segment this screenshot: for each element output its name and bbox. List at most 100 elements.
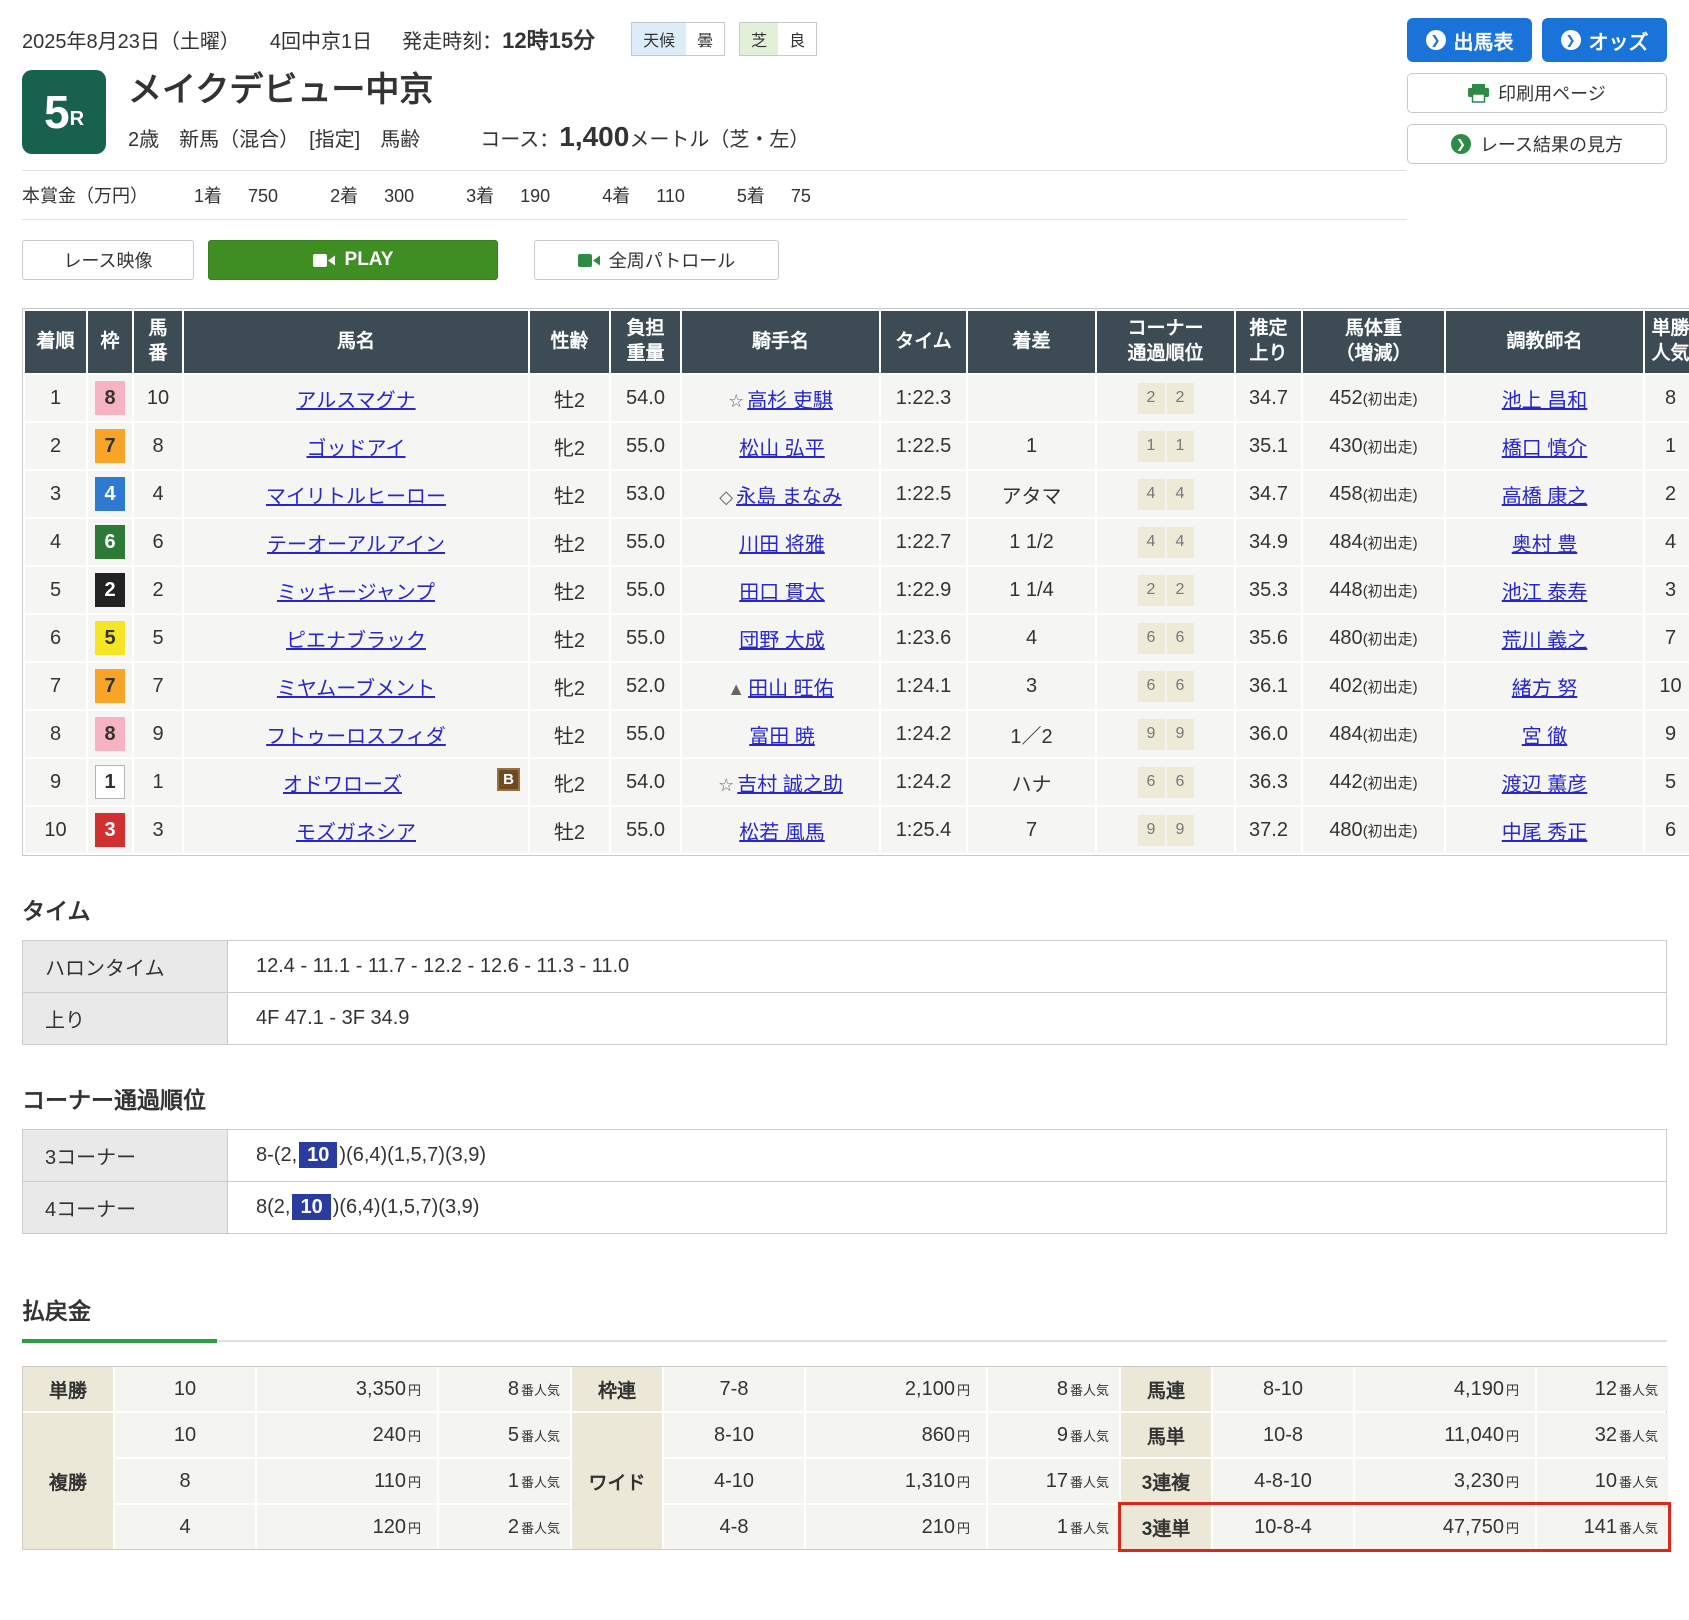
race-result-page: 2025年8月23日（土曜） 4回中京1日 発走時刻：12時15分 天候 曇 芝… [0, 0, 1689, 1620]
horse-name-link[interactable]: ミッキージャンプ [277, 582, 435, 604]
horse-name-link[interactable]: アルスマグナ [296, 390, 415, 412]
bracket-cell: 2 [88, 567, 132, 613]
horse-name-link[interactable]: モズガネシア [296, 822, 416, 844]
corner-section-title: コーナー通過順位 [22, 1081, 1667, 1115]
table-row: 6 5 5 ピエナブラック 牡2 55.0 団野 大成 1:23.6 4 66 … [25, 615, 1689, 661]
table-row: 7 7 7 ミヤムーブメント 牝2 52.0 ▲田山 旺佑 1:24.1 3 6… [25, 663, 1689, 709]
payout-type-quinella: 馬連 [1121, 1367, 1211, 1411]
trainer-name-link[interactable]: 橋口 慎介 [1502, 438, 1588, 460]
horse-name-link[interactable]: ゴッドアイ [307, 438, 406, 460]
print-page-button[interactable]: 印刷用ページ [1407, 73, 1667, 113]
corner-4-value: 8(2,10)(6,4)(1,5,7)(3,9) [228, 1182, 1667, 1234]
jockey-name-link[interactable]: 松山 弘平 [739, 438, 825, 460]
finish-time: 1:24.2 [881, 759, 966, 805]
col-horse-number: 馬 番 [134, 311, 182, 373]
col-carried-weight: 負担 重量 [611, 311, 680, 373]
how-to-read-label: レース結果の見方 [1480, 131, 1623, 157]
trifecta-favorite: 141番人気 [1537, 1505, 1668, 1549]
carried-weight: 54.0 [611, 759, 680, 805]
jockey-name-link[interactable]: 田山 旺佑 [748, 678, 834, 700]
how-to-read-button[interactable]: ❯ レース結果の見方 [1407, 124, 1667, 164]
prize-amount: 300 [384, 186, 414, 206]
wide-combination: 4-10 [664, 1459, 804, 1503]
corner-3-position: 4 [1138, 527, 1165, 558]
trainer-name-link[interactable]: 池上 昌和 [1502, 390, 1588, 412]
jockey-name-link[interactable]: 吉村 誠之助 [737, 774, 843, 796]
bracket-amount: 2,100円 [806, 1367, 986, 1411]
jockey-name-link[interactable]: 高杉 吏騏 [747, 390, 833, 412]
payout-type-place: 複勝 [23, 1413, 113, 1549]
place-combination: 8 [115, 1459, 255, 1503]
trainer-name-link[interactable]: 宮 徹 [1522, 726, 1568, 748]
jockey-cell: ☆高杉 吏騏 [682, 375, 879, 421]
body-weight: 430 [1329, 435, 1362, 457]
trainer-name-link[interactable]: 荒川 義之 [1502, 630, 1588, 652]
race-video-button[interactable]: レース映像 [22, 240, 194, 280]
horse-name-cell: ミヤムーブメント [184, 663, 528, 709]
horse-name-cell: モズガネシア [184, 807, 528, 853]
trainer-name-link[interactable]: 緒方 努 [1512, 678, 1578, 700]
col-horse-name: 馬名 [184, 311, 528, 373]
start-time-label: 発走時刻： [402, 31, 502, 53]
horse-name-link[interactable]: オドワローズ [283, 774, 402, 796]
race-conditions-row: 2歳 新馬（混合） [指定] 馬齢 コース： 1,400 メートル（芝・左） [128, 121, 809, 153]
horse-number: 9 [134, 711, 182, 757]
horse-name-link[interactable]: ピエナブラック [286, 630, 426, 652]
bracket-cell: 6 [88, 519, 132, 565]
furlong-time-value: 12.4 - 11.1 - 11.7 - 12.2 - 12.6 - 11.3 … [228, 941, 1667, 993]
trainer-name-link[interactable]: 渡辺 薫彦 [1502, 774, 1588, 796]
carried-weight: 52.0 [611, 663, 680, 709]
horse-name-cell: ミッキージャンプ [184, 567, 528, 613]
corner-positions: 11 [1097, 423, 1234, 469]
finish-position: 4 [25, 519, 86, 565]
bracket-cell: 8 [88, 711, 132, 757]
win-favorite-rank: 9 [1645, 711, 1689, 757]
jockey-name-link[interactable]: 田口 貫太 [739, 582, 825, 604]
trio-combination: 4-8-10 [1213, 1459, 1353, 1503]
turf-label: 芝 [740, 23, 778, 55]
trainer-name-link[interactable]: 高橋 康之 [1502, 486, 1588, 508]
race-date: 2025年8月23日（土曜） [22, 25, 240, 54]
last-3f-time: 36.3 [1236, 759, 1301, 805]
patrol-video-button[interactable]: 全周パトロール [534, 240, 779, 280]
start-time-row: 発走時刻：12時15分 [402, 23, 595, 55]
horse-name-link[interactable]: テーオーアルアイン [267, 534, 445, 556]
horse-name-link[interactable]: マイリトルヒーロー [266, 486, 446, 508]
prize-item: 1着750 [194, 182, 278, 208]
odds-button[interactable]: ❯ オッズ [1542, 18, 1667, 62]
exacta-amount: 11,040円 [1355, 1413, 1535, 1457]
finish-time: 1:23.6 [881, 615, 966, 661]
trainer-cell: 荒川 義之 [1446, 615, 1643, 661]
trainer-name-link[interactable]: 中尾 秀正 [1502, 822, 1588, 844]
col-jockey: 騎手名 [682, 311, 879, 373]
jockey-name-link[interactable]: 団野 大成 [739, 630, 825, 652]
jockey-name-link[interactable]: 川田 将雅 [739, 534, 825, 556]
place-amount: 120円 [257, 1505, 437, 1549]
play-button[interactable]: PLAY [208, 240, 498, 280]
quinella-favorite: 12番人気 [1537, 1367, 1668, 1411]
corner-positions: 22 [1097, 375, 1234, 421]
wide-combination: 8-10 [664, 1413, 804, 1457]
trainer-cell: 池江 泰寿 [1446, 567, 1643, 613]
patrol-button-label: 全周パトロール [609, 247, 736, 273]
horse-name-link[interactable]: フトゥーロスフィダ [266, 726, 446, 748]
finish-position: 7 [25, 663, 86, 709]
jockey-name-link[interactable]: 富田 暁 [749, 726, 815, 748]
table-row: 9 1 1 B オドワローズ 牝2 54.0 ☆吉村 誠之助 1:24.2 ハナ… [25, 759, 1689, 805]
payout-type-bracket: 枠連 [572, 1367, 662, 1411]
horse-name-link[interactable]: ミヤムーブメント [277, 678, 435, 700]
finish-time: 1:25.4 [881, 807, 966, 853]
horse-number: 1 [134, 759, 182, 805]
table-row: 5 2 2 ミッキージャンプ 牡2 55.0 田口 貫太 1:22.9 1 1/… [25, 567, 1689, 613]
jockey-name-link[interactable]: 永島 まなみ [736, 486, 842, 508]
entries-button[interactable]: ❯ 出馬表 [1407, 18, 1532, 62]
jockey-name-link[interactable]: 松若 風馬 [739, 822, 825, 844]
entries-button-label: 出馬表 [1454, 26, 1514, 55]
body-weight: 484 [1329, 531, 1362, 553]
trainer-name-link[interactable]: 奥村 豊 [1512, 534, 1578, 556]
race-number-badge: 5 R [22, 70, 106, 154]
horse-number: 2 [134, 567, 182, 613]
trainer-name-link[interactable]: 池江 泰寿 [1502, 582, 1588, 604]
margin: 1 1/2 [968, 519, 1095, 565]
results-body: 1 8 10 アルスマグナ 牡2 54.0 ☆高杉 吏騏 1:22.3 22 3… [25, 375, 1689, 853]
